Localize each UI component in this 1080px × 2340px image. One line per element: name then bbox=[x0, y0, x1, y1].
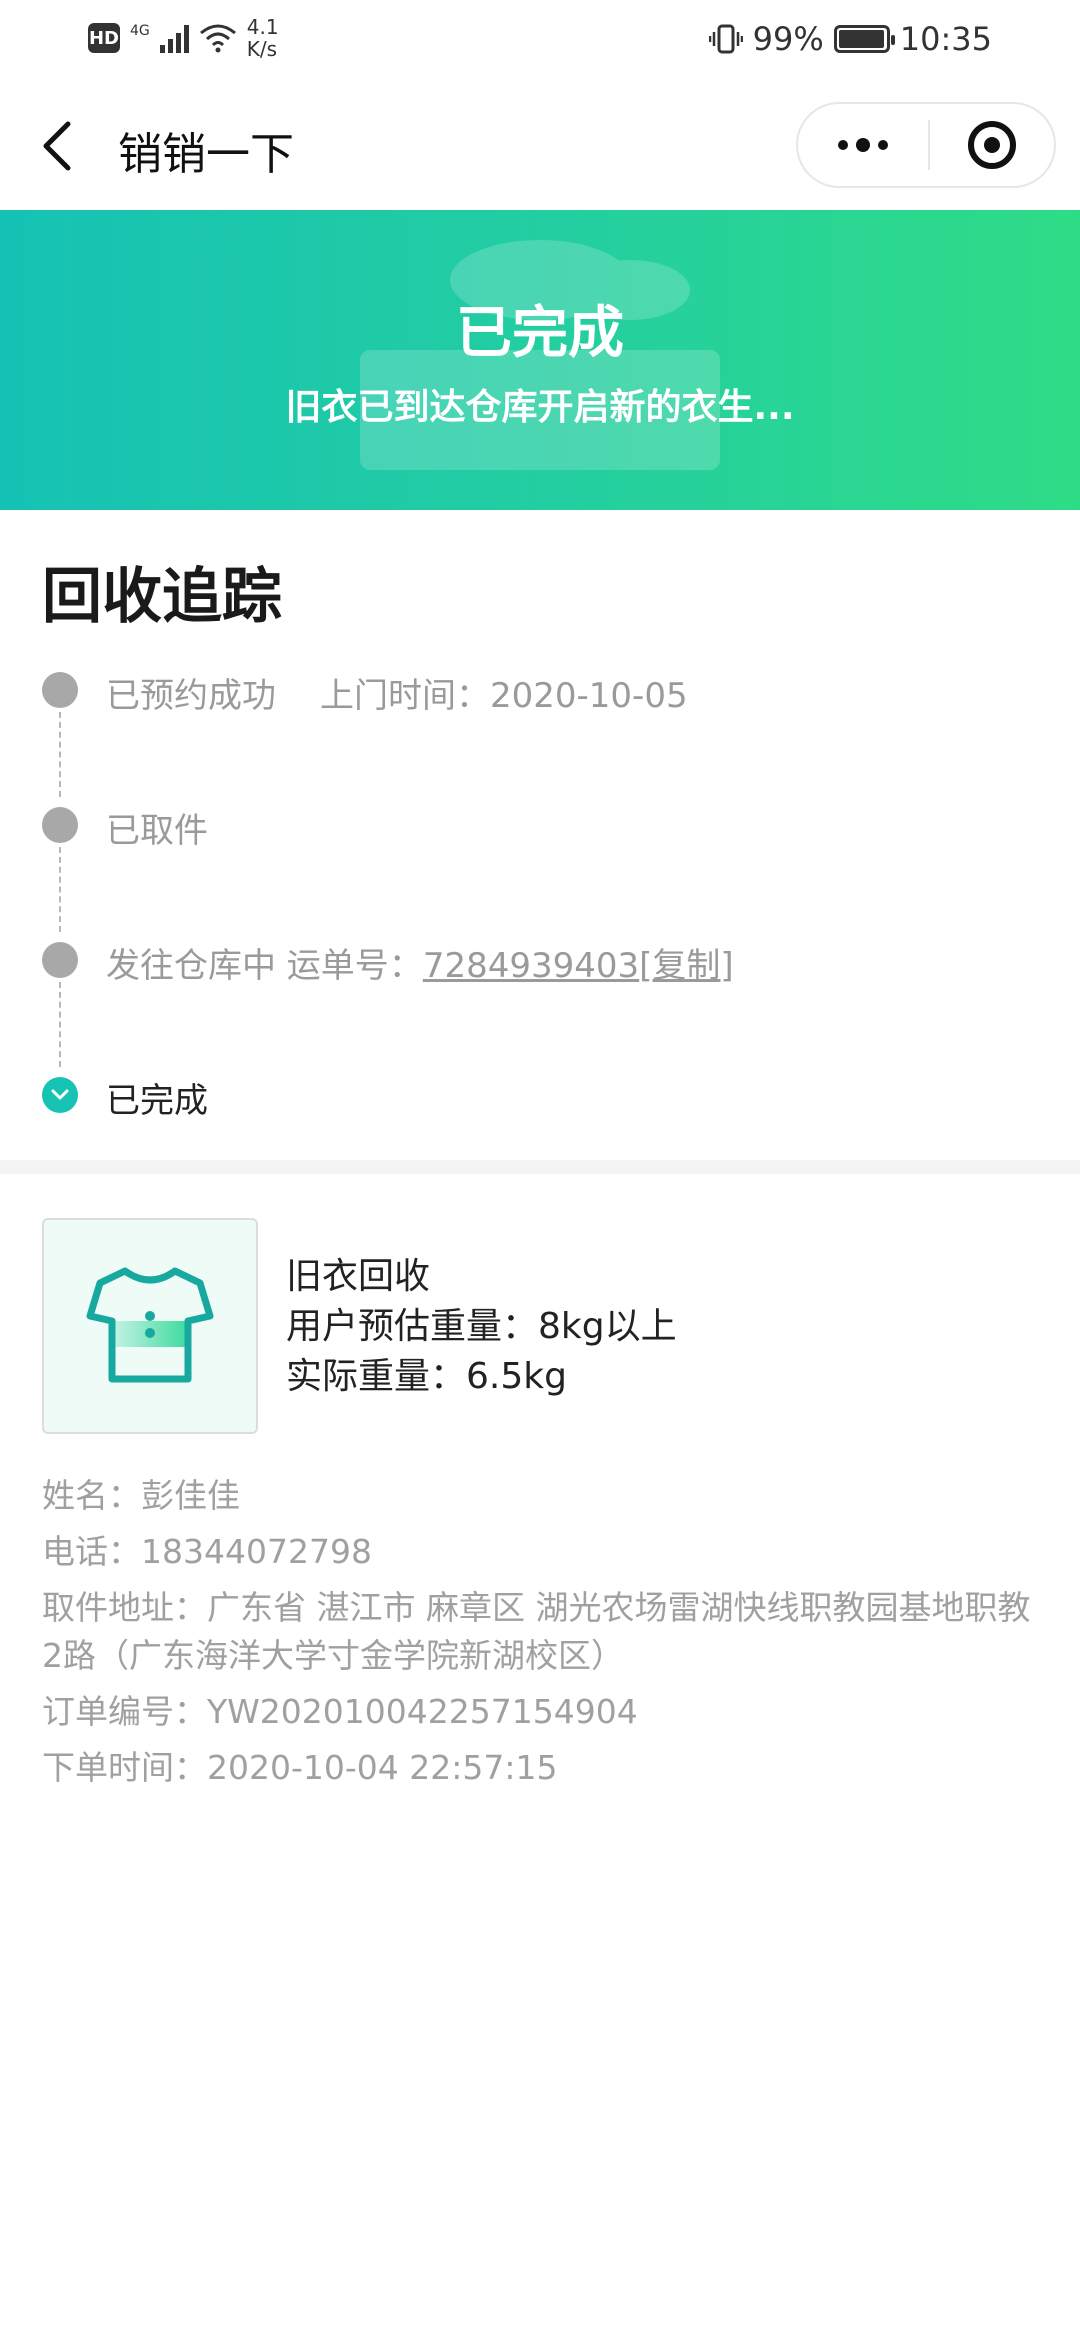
banner-title: 已完成 bbox=[456, 301, 624, 366]
step-dot-icon bbox=[42, 672, 78, 708]
tshirt-icon bbox=[86, 1267, 214, 1383]
more-dot-center bbox=[856, 138, 870, 152]
status-banner: 已完成 旧衣已到达仓库开启新的衣生... bbox=[0, 210, 1080, 510]
actual-weight: 实际重量：6.5kg bbox=[286, 1356, 567, 1397]
step-label: 发往仓库中 运单号： bbox=[106, 946, 423, 986]
target-close-icon bbox=[968, 121, 1016, 169]
signal-icon bbox=[159, 23, 189, 53]
battery-level bbox=[838, 30, 885, 48]
customer-name: 姓名：彭佳佳 bbox=[42, 1476, 240, 1515]
section-divider bbox=[0, 1160, 1080, 1174]
mini-program-capsule bbox=[796, 102, 1056, 188]
network-type: 4G bbox=[130, 23, 150, 39]
network-speed: 4.1 K/s bbox=[247, 16, 279, 60]
visit-time-label: 上门时间： bbox=[320, 676, 490, 716]
estimated-weight: 用户预估重量：8kg以上 bbox=[286, 1306, 677, 1347]
speed-unit: K/s bbox=[246, 37, 278, 61]
close-button[interactable] bbox=[930, 104, 1054, 186]
speed-value: 4.1 bbox=[246, 15, 279, 39]
step-label: 已完成 bbox=[106, 1081, 208, 1121]
check-circle-icon bbox=[42, 1077, 78, 1113]
more-button[interactable] bbox=[798, 104, 928, 186]
more-dot-right bbox=[878, 140, 888, 150]
status-bar: HD 4G 4.1 K/s 99% 10:35 bbox=[0, 0, 1080, 80]
step-text: 已预约成功 上门时间：2020-10-05 bbox=[106, 668, 688, 717]
product-info: 旧衣回收 用户预估重量：8kg以上 实际重量：6.5kg bbox=[286, 1252, 677, 1402]
order-details: 姓名：彭佳佳 电话：18344072798 取件地址：广东省 湛江市 麻章区 湖… bbox=[42, 1472, 1042, 1800]
close-icon-dot bbox=[984, 137, 1000, 153]
status-left: HD 4G 4.1 K/s bbox=[88, 16, 279, 60]
customer-phone: 电话：18344072798 bbox=[42, 1532, 372, 1571]
tracking-timeline: 已预约成功 上门时间：2020-10-05 已取件 发往仓库中 运单号：72849… bbox=[42, 662, 1042, 1202]
step-dot-icon bbox=[42, 807, 78, 843]
chevron-down-icon bbox=[51, 1089, 69, 1100]
product-thumbnail bbox=[42, 1218, 258, 1434]
clock: 10:35 bbox=[899, 20, 992, 58]
timeline-step: 已取件 bbox=[42, 797, 1042, 932]
vibrate-icon bbox=[708, 24, 743, 54]
nav-bar: 销销一下 bbox=[0, 80, 1080, 210]
visit-time-value: 2020-10-05 bbox=[490, 676, 688, 716]
more-dots-icon bbox=[838, 140, 848, 150]
waybill-number-link[interactable]: 7284939403 bbox=[423, 946, 639, 986]
chevron-left-icon[interactable] bbox=[38, 120, 82, 172]
step-text: 已完成 bbox=[106, 1073, 208, 1122]
copy-waybill-link[interactable]: [复制] bbox=[639, 946, 734, 986]
step-text: 已取件 bbox=[106, 803, 208, 852]
pickup-address: 取件地址：广东省 湛江市 麻章区 湖光农场雷湖快线职教园基地职教2路（广东海洋大… bbox=[42, 1588, 1031, 1675]
step-label: 已取件 bbox=[106, 811, 208, 851]
step-label: 已预约成功 bbox=[106, 676, 276, 716]
order-number: 订单编号：YW202010042257154904 bbox=[42, 1692, 638, 1731]
step-dot-icon bbox=[42, 942, 78, 978]
step-connector bbox=[59, 712, 61, 797]
banner-subtitle: 旧衣已到达仓库开启新的衣生... bbox=[285, 387, 795, 428]
battery-percent: 99% bbox=[752, 20, 824, 58]
wifi-icon bbox=[199, 24, 236, 53]
timeline-step: 发往仓库中 运单号：7284939403[复制] bbox=[42, 932, 1042, 1067]
status-right: 99% 10:35 bbox=[708, 20, 992, 58]
step-connector bbox=[59, 847, 61, 932]
battery-icon bbox=[833, 25, 895, 53]
step-text: 发往仓库中 运单号：7284939403[复制] bbox=[106, 938, 734, 987]
hd-badge: HD bbox=[88, 23, 120, 53]
timeline-step-current: 已完成 bbox=[42, 1067, 1042, 1202]
product-name: 旧衣回收 bbox=[286, 1256, 431, 1297]
page-title: 销销一下 bbox=[118, 129, 294, 180]
order-time: 下单时间：2020-10-04 22:57:15 bbox=[42, 1748, 558, 1787]
step-connector bbox=[59, 982, 61, 1067]
tracking-title: 回收追踪 bbox=[42, 562, 282, 632]
timeline-step: 已预约成功 上门时间：2020-10-05 bbox=[42, 662, 1042, 797]
